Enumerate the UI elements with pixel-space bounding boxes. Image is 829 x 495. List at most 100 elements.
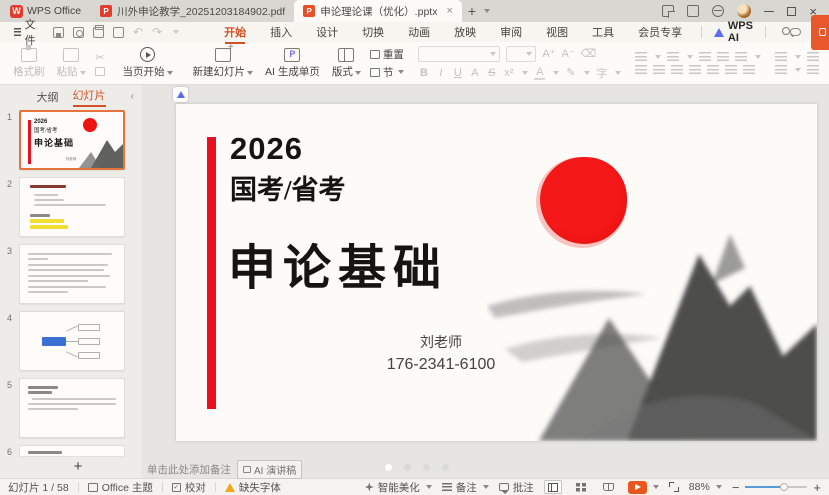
ribbon-tab-design[interactable]: 设计 (305, 22, 349, 43)
slide-contact-block[interactable]: 刘老师 176-2341-6100 (386, 332, 496, 374)
bold-button[interactable]: B (418, 67, 429, 79)
screenshot-icon[interactable] (662, 5, 674, 17)
workspace-icon[interactable] (687, 5, 699, 17)
slide-thumbnail-6[interactable]: 6 (0, 445, 142, 457)
slideshow-button[interactable] (628, 481, 659, 494)
document-tab-pdf[interactable]: P 川外申论教学_20251203184902.pdf (91, 0, 294, 22)
slide-title-text[interactable]: 申论基础 (228, 228, 448, 298)
zoom-slider-track[interactable] (745, 486, 807, 488)
collapse-panel-icon[interactable]: ‹ (131, 91, 134, 102)
italic-button[interactable]: I (435, 67, 446, 79)
slide-ink-mountains[interactable] (487, 206, 817, 441)
proofread-button[interactable]: ✓ 校对 (172, 480, 206, 495)
notes-toggle-button[interactable]: 备注 (442, 480, 489, 495)
increase-indent-icon[interactable] (717, 52, 729, 62)
play-from-current-button[interactable]: 当页开始 (120, 47, 176, 79)
user-avatar[interactable] (737, 4, 751, 18)
text-spacing-icon[interactable] (743, 65, 755, 75)
theme-button[interactable]: Office 主题 (88, 480, 153, 495)
smart-beautify-button[interactable]: 智能美化 (365, 480, 432, 495)
font-color-button[interactable]: A (534, 66, 545, 80)
new-tab-button[interactable]: + (462, 3, 482, 19)
save-icon[interactable] (53, 27, 64, 38)
minimize-button[interactable] (764, 11, 774, 12)
decrease-indent-icon[interactable] (699, 52, 711, 62)
thumbnail-card[interactable] (19, 311, 125, 371)
community-icon[interactable] (712, 5, 724, 17)
highlight-button[interactable]: ✎ (565, 66, 576, 79)
format-painter-button[interactable]: 格式刷 (10, 48, 48, 79)
text-direction-icon[interactable] (775, 52, 787, 62)
slide-thumbnail-1[interactable]: 1 2026 国考/省考 申论基础 刘老师 (0, 110, 142, 170)
font-name-select[interactable] (418, 46, 500, 62)
zoom-level-button[interactable]: 88% (689, 481, 722, 493)
ribbon-tab-insert[interactable]: 插入 (259, 22, 303, 43)
ribbon-tab-member[interactable]: 会员专享 (627, 22, 693, 43)
bullet-list-icon[interactable] (635, 52, 647, 62)
align-right-icon[interactable] (671, 65, 683, 75)
ribbon-search-button[interactable] (782, 26, 790, 38)
export-pdf-icon[interactable] (113, 27, 124, 38)
add-slide-button[interactable]: + (0, 457, 142, 477)
reading-view-button[interactable] (600, 480, 618, 494)
slide-thumbnail-5[interactable]: 5 (0, 378, 142, 438)
missing-font-button[interactable]: 缺失字体 (225, 480, 281, 495)
number-list-icon[interactable] (667, 52, 679, 62)
outline-tab[interactable]: 大纲 (37, 89, 59, 105)
fullscreen-icon[interactable] (669, 482, 679, 492)
notes-placeholder[interactable]: 单击此处添加备注 (147, 462, 231, 477)
zoom-out-button[interactable]: − (732, 480, 740, 495)
new-slide-button[interactable]: 新建幻灯片 (190, 48, 257, 79)
customize-quick-access-icon[interactable] (173, 30, 179, 34)
undo-icon[interactable]: ↶ (133, 25, 143, 39)
slide-year-text[interactable]: 2026 (230, 131, 303, 167)
line-spacing-icon[interactable] (725, 65, 737, 75)
slide-red-bar[interactable] (207, 137, 216, 409)
print-icon[interactable] (93, 27, 104, 38)
thumbnail-card[interactable] (19, 378, 125, 438)
thumbnail-card[interactable] (19, 445, 125, 456)
align-left-icon[interactable] (635, 65, 647, 75)
superscript-button[interactable]: x² (503, 67, 514, 79)
text-effects-icon[interactable] (807, 65, 819, 75)
align-center-icon[interactable] (653, 65, 665, 75)
current-slide[interactable]: 2026 国考/省考 申论基础 刘老师 176-2341-6100 (176, 104, 817, 441)
ai-generate-page-button[interactable]: AI 生成单页 (262, 48, 323, 79)
slide-exam-text[interactable]: 国考/省考 (230, 168, 346, 207)
columns-icon[interactable] (735, 52, 747, 62)
cloud-sync-icon[interactable] (790, 28, 801, 36)
redo-icon[interactable]: ↷ (152, 25, 162, 39)
copy-icon[interactable] (95, 67, 105, 76)
ribbon-tab-home[interactable]: 开始 (213, 22, 257, 43)
decrease-font-icon[interactable]: A⁻ (562, 47, 575, 60)
thumbnail-card[interactable]: 2026 国考/省考 申论基础 刘老师 (19, 110, 125, 170)
thumbnail-card[interactable] (19, 244, 125, 304)
wps-ai-floating-button[interactable] (173, 87, 188, 102)
font-size-select[interactable] (506, 46, 536, 62)
comment-button[interactable]: 批注 (499, 480, 534, 495)
zoom-slider-knob[interactable] (780, 483, 788, 491)
file-menu-button[interactable]: 文件 (8, 16, 45, 48)
thumbnail-card[interactable] (19, 177, 125, 237)
justify-icon[interactable] (689, 65, 701, 75)
wps-ai-button[interactable]: WPS AI (710, 20, 758, 44)
distribute-icon[interactable] (707, 65, 719, 75)
layout-button[interactable]: 版式 (329, 48, 364, 79)
underline-button[interactable]: U (452, 67, 463, 79)
normal-view-button[interactable] (544, 480, 562, 494)
convert-smartart-icon[interactable] (807, 52, 819, 62)
strikethrough-button[interactable]: S (486, 67, 497, 79)
ribbon-tab-animation[interactable]: 动画 (397, 22, 441, 43)
slide-sorter-view-button[interactable] (572, 480, 590, 494)
paste-button[interactable]: 粘贴 (54, 48, 89, 79)
slide-thumbnail-2[interactable]: 2 (0, 177, 142, 237)
ribbon-tab-slideshow[interactable]: 放映 (443, 22, 487, 43)
clear-format-icon[interactable]: ⌫ (581, 47, 597, 60)
ribbon-tab-tools[interactable]: 工具 (581, 22, 625, 43)
close-tab-icon[interactable]: × (446, 5, 452, 17)
ribbon-tab-transition[interactable]: 切换 (351, 22, 395, 43)
ribbon-tab-review[interactable]: 审阅 (489, 22, 533, 43)
cut-icon[interactable]: ✂ (95, 51, 106, 64)
increase-font-icon[interactable]: A⁺ (542, 47, 555, 60)
zoom-in-button[interactable]: + (813, 480, 821, 495)
